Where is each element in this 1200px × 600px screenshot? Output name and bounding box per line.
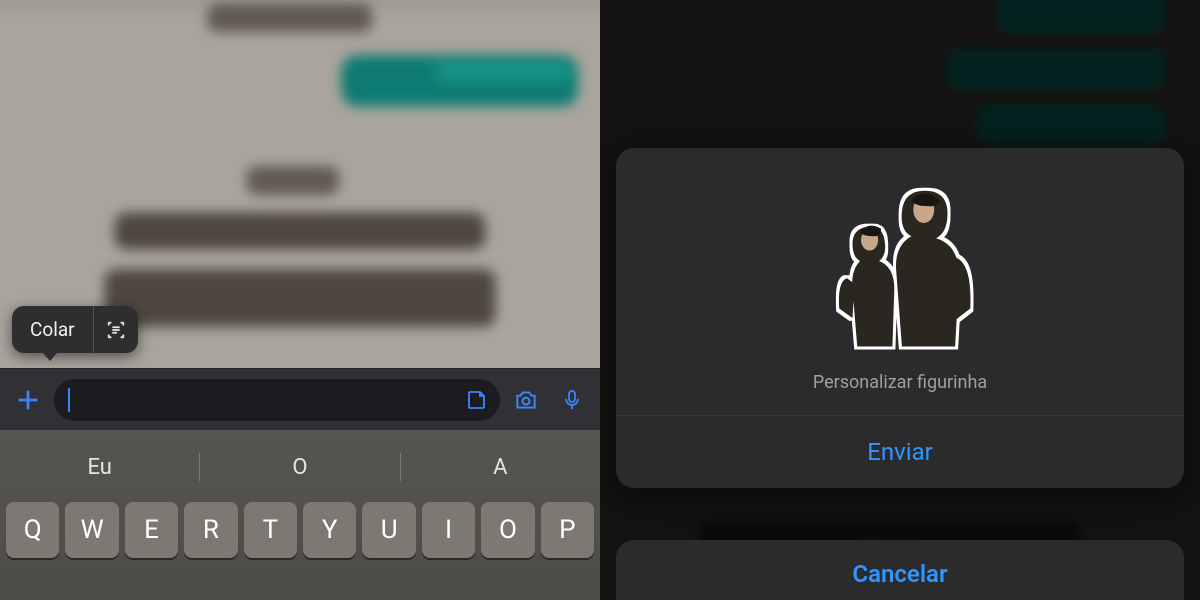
key-q[interactable]: Q [6,502,59,558]
key-y[interactable]: Y [303,502,356,558]
sticker-preview[interactable] [805,166,995,356]
attach-button[interactable] [8,380,48,420]
left-screenshot: Colar [0,0,600,600]
key-e[interactable]: E [125,502,178,558]
key-u[interactable]: U [362,502,415,558]
paste-button-label: Colar [30,318,75,341]
ios-keyboard: Eu O A Q W E R T Y U I O P [0,430,600,600]
camera-icon [513,387,539,413]
key-i[interactable]: I [422,502,475,558]
keyboard-suggestion-bar: Eu O A [0,438,600,496]
keyboard-row: Q W E R T Y U I O P [0,496,600,558]
key-p[interactable]: P [541,502,594,558]
scan-text-button[interactable] [94,306,138,353]
cancel-button[interactable]: Cancelar [616,540,1184,600]
key-o[interactable]: O [481,502,534,558]
plus-icon [14,386,42,414]
key-r[interactable]: R [184,502,237,558]
microphone-icon [560,388,584,412]
key-t[interactable]: T [244,502,297,558]
text-caret [68,388,70,412]
sticker-action-sheet: Personalizar figurinha Enviar [616,148,1184,488]
message-input[interactable] [54,379,500,421]
scan-text-icon [105,319,127,341]
right-screenshot: "Stickers" [600,0,1200,600]
keyboard-suggestion[interactable]: Eu [0,455,199,480]
key-w[interactable]: W [65,502,118,558]
customize-sticker-label: Personalizar figurinha [813,372,987,393]
camera-button[interactable] [506,380,546,420]
sticker-icon [465,388,489,412]
paste-button[interactable]: Colar [12,306,93,353]
keyboard-suggestion[interactable]: O [200,455,399,480]
send-button[interactable]: Enviar [616,416,1184,488]
paste-context-menu: Colar [12,306,138,353]
two-people-sticker-icon [805,166,995,356]
keyboard-suggestion[interactable]: A [401,455,600,480]
voice-message-button[interactable] [552,380,592,420]
message-input-bar [0,368,600,430]
sticker-picker-button[interactable] [462,385,492,415]
